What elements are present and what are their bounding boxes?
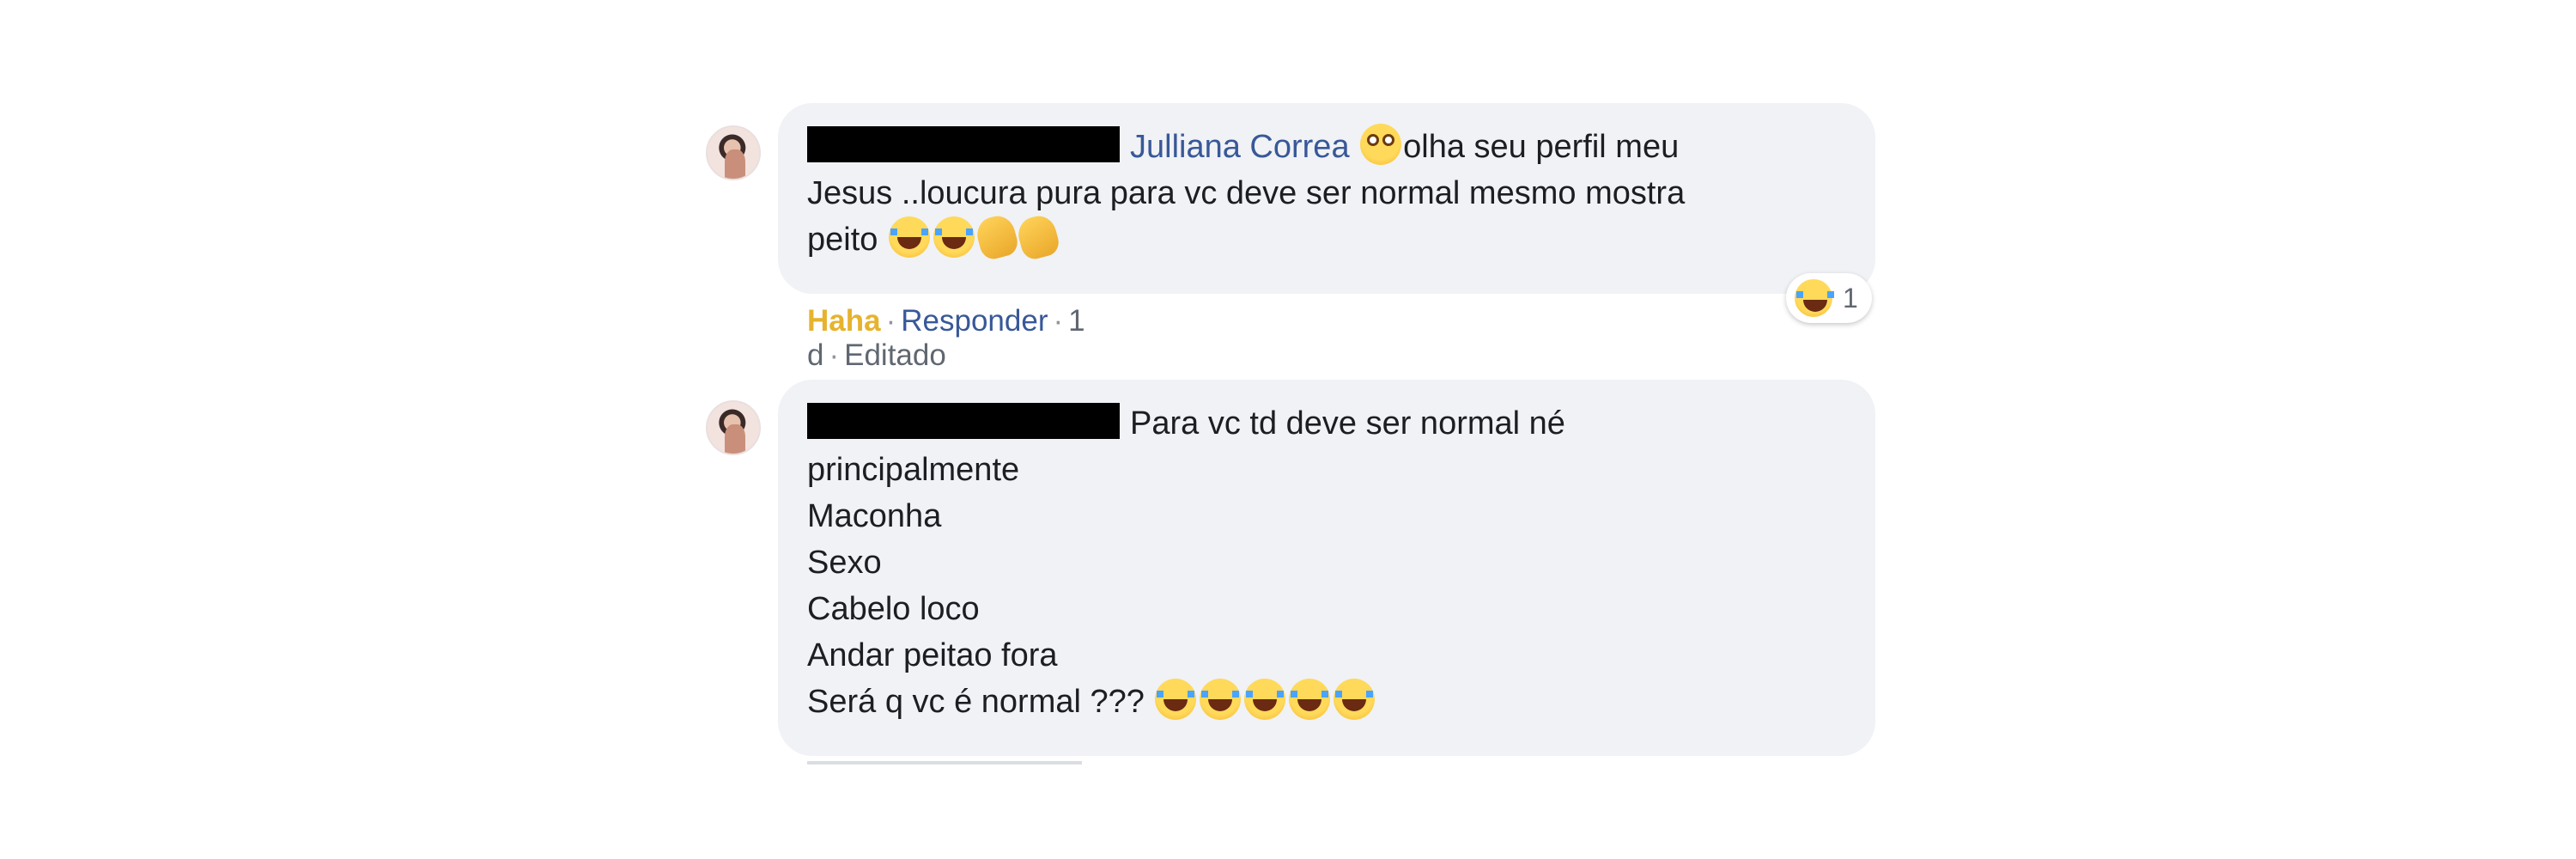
reply-button[interactable]: Responder: [901, 304, 1048, 338]
edited-label[interactable]: Editado: [844, 338, 946, 372]
joy-emoji-icon: [1289, 679, 1331, 720]
mention-link[interactable]: Julliana Correa: [1130, 129, 1350, 165]
clapping-hands-emoji-icon: [1014, 212, 1062, 262]
laughing-emoji-icon: [1795, 279, 1834, 317]
comment-bubble: Julliana Correa olha seu perfil meu Jesu…: [778, 103, 1875, 294]
joy-emoji-icon: [1200, 679, 1242, 720]
joy-emoji-icon: [933, 216, 975, 258]
comment-line-1: Para vc td deve ser normal né: [807, 400, 1844, 447]
clapping-hands-emoji-icon: [973, 212, 1021, 262]
joy-emoji-icon: [1334, 679, 1376, 720]
reaction-count: 1: [1843, 282, 1858, 314]
reaction-summary[interactable]: 1: [1786, 273, 1872, 323]
comment-line-last: Será q vc é normal ???: [807, 679, 1844, 725]
comment-text: Será q vc é normal ???: [807, 684, 1145, 720]
comment-line: Sexo: [807, 545, 882, 581]
comment-line: principalmente: [807, 452, 1020, 488]
comment-text: Para vc td deve ser normal né: [1130, 405, 1565, 442]
comment-text: peito: [807, 222, 878, 258]
redacted-author-name: [807, 403, 1120, 439]
joy-emoji-icon: [1155, 679, 1197, 720]
comment-text: olha seu perfil meu: [1403, 129, 1680, 165]
commenter-avatar[interactable]: [706, 400, 761, 455]
commenter-avatar[interactable]: [706, 125, 761, 180]
comment-bubble: Para vc td deve ser normal né principalm…: [778, 380, 1875, 756]
divider: [807, 761, 1082, 765]
haha-reaction-button[interactable]: Haha: [807, 304, 881, 338]
flushed-emoji-icon: [1360, 124, 1402, 165]
comment-line: Maconha: [807, 498, 942, 534]
joy-emoji-icon: [1244, 679, 1286, 720]
comment-line-2: Jesus ..loucura pura para vc deve ser no…: [807, 175, 1686, 211]
redacted-author-name: [807, 126, 1120, 162]
comment-line: Andar peitao fora: [807, 637, 1058, 673]
comment-line-3: peito: [807, 212, 1844, 263]
comment-actions: Haha · Responder · 1 d · Editado: [807, 304, 1085, 372]
comment-line: Cabelo loco: [807, 591, 980, 627]
joy-emoji-icon: [888, 216, 930, 258]
comment-line-1: Julliana Correa olha seu perfil meu: [807, 124, 1844, 170]
